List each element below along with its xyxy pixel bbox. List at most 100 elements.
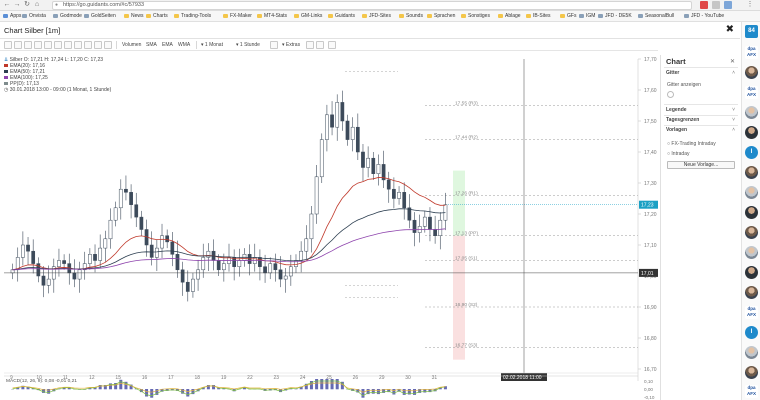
avatar[interactable]	[745, 286, 758, 299]
reload-icon[interactable]: ↻	[23, 1, 31, 9]
chevron-up-icon[interactable]: ˄	[732, 127, 735, 133]
chevron-up-icon[interactable]: ˄	[732, 70, 735, 76]
bookmark-item[interactable]: FX-Maker	[223, 13, 252, 20]
shape-tool-icon[interactable]	[64, 41, 72, 49]
divider	[664, 104, 738, 105]
bookmark-item[interactable]: SeasonalBull	[638, 13, 674, 20]
extension-icon[interactable]	[712, 1, 720, 9]
avatar[interactable]	[745, 366, 758, 379]
hline-tool-icon[interactable]	[24, 41, 32, 49]
chart-type-icon[interactable]	[270, 41, 278, 49]
bookmark-item[interactable]: JFD - YouTube	[684, 13, 724, 20]
bookmark-item[interactable]: Ablage	[498, 13, 521, 20]
extension-icon[interactable]	[724, 1, 732, 9]
macd-histogram-bar	[376, 389, 380, 395]
avatar[interactable]	[745, 346, 758, 359]
avatar[interactable]	[745, 106, 758, 119]
dpa-afx-logo[interactable]: dpa AFX	[745, 86, 758, 99]
bookmark-label: Trading-Tools	[181, 13, 212, 19]
dpa-afx-logo[interactable]: dpa AFX	[745, 46, 758, 59]
timeframe-select[interactable]: ▾ 1 Monat	[201, 41, 223, 49]
macd-histogram-bar	[371, 389, 375, 394]
bookmark-item[interactable]: Charts	[146, 13, 168, 20]
extras-select[interactable]: ▾ Extras	[282, 41, 300, 49]
cursor-icon[interactable]	[4, 41, 12, 49]
candle-body	[428, 216, 432, 230]
bookmark-item[interactable]: Sonstiges	[461, 13, 490, 20]
measure-icon[interactable]	[84, 41, 92, 49]
bookmark-item[interactable]: IGM	[579, 13, 595, 20]
candle-body	[438, 219, 443, 236]
bookmark-item[interactable]: Sounds	[399, 13, 423, 20]
bookmark-item[interactable]: Trading-Tools	[174, 13, 211, 20]
close-icon[interactable]: ✖	[726, 24, 734, 35]
line-tool-icon[interactable]	[14, 41, 22, 49]
avatar[interactable]: I	[745, 326, 758, 339]
bookmark-item[interactable]: JFD-Sites	[362, 13, 391, 20]
bookmark-item[interactable]: Onvista	[22, 13, 46, 20]
bookmark-item[interactable]: Godmode	[53, 13, 82, 20]
dpa-afx-logo[interactable]: dpa AFX	[745, 306, 758, 319]
chevron-down-icon[interactable]: ˅	[732, 107, 735, 113]
section-legende[interactable]: Legende	[666, 107, 738, 113]
link-icon[interactable]	[328, 41, 336, 49]
ema-button[interactable]: EMA	[162, 41, 173, 49]
avatar[interactable]	[745, 126, 758, 139]
new-template-button[interactable]: Neue Vorlage...	[667, 161, 735, 169]
back-icon[interactable]: ←	[3, 1, 11, 9]
bookmark-item[interactable]: IB-Sites	[526, 13, 551, 20]
template-intraday[interactable]: ○ Intraday	[667, 151, 690, 157]
bookmark-item[interactable]: News	[124, 13, 144, 20]
panel-close-icon[interactable]: ✕	[730, 58, 735, 65]
bookmark-apps[interactable]: Apps	[3, 13, 21, 20]
bookmark-item[interactable]: GFs	[560, 13, 576, 20]
fibonacci-icon[interactable]	[44, 41, 52, 49]
candle-body	[134, 204, 139, 218]
avatar[interactable]	[745, 266, 758, 279]
avatar[interactable]	[745, 166, 758, 179]
chevron-down-icon[interactable]: ˅	[732, 117, 735, 123]
avatar[interactable]	[745, 246, 758, 259]
chart-svg[interactable]: 17,7017,6017,5017,4017,3017,2017,1017,00…	[0, 51, 658, 400]
text-tool-icon[interactable]	[54, 41, 62, 49]
notification-badge[interactable]: 84	[745, 25, 758, 38]
avatar[interactable]	[745, 226, 758, 239]
undo-icon[interactable]	[306, 41, 314, 49]
avatar[interactable]: I	[745, 146, 758, 159]
magnet-icon[interactable]	[94, 41, 102, 49]
section-vorlagen[interactable]: Vorlagen	[666, 127, 738, 133]
avatar[interactable]	[745, 66, 758, 79]
bookmark-item[interactable]: MT4-Stats	[257, 13, 287, 20]
extension-icon[interactable]	[700, 1, 708, 9]
candle-body	[113, 207, 118, 221]
bookmark-item[interactable]: GoldSeiten	[84, 13, 116, 20]
interval-select[interactable]: ▾ 1 Stunde	[236, 41, 260, 49]
redo-icon[interactable]	[316, 41, 324, 49]
candle-body	[350, 126, 355, 140]
wma-button[interactable]: WMA	[178, 41, 190, 49]
avatar[interactable]	[745, 186, 758, 199]
sma-button[interactable]: SMA	[146, 41, 157, 49]
gitter-toggle[interactable]	[667, 91, 674, 98]
bookmark-item[interactable]: GM-Links	[294, 13, 322, 20]
menu-icon[interactable]: ⋮	[746, 1, 754, 9]
delete-tool-icon[interactable]	[104, 41, 112, 49]
template-fx-trading[interactable]: ○ FX-Trading Intraday	[667, 141, 716, 147]
bookmark-item[interactable]: Guidants	[328, 13, 355, 20]
url-input[interactable]: https://go.guidants.com/#c/57933	[52, 1, 692, 10]
section-gitter[interactable]: Gitter	[666, 70, 738, 76]
bookmark-item[interactable]: JFD - DE5K	[598, 13, 632, 20]
bookmark-item[interactable]: Sprachen	[427, 13, 455, 20]
arrow-tool-icon[interactable]	[74, 41, 82, 49]
channel-tool-icon[interactable]	[34, 41, 42, 49]
section-tagesgrenzen[interactable]: Tagesgrenzen	[666, 117, 738, 123]
candle-body	[386, 179, 391, 190]
favicon-icon	[684, 13, 689, 18]
home-icon[interactable]: ⌂	[33, 1, 41, 9]
dpa-afx-logo[interactable]: dpa AFX	[745, 385, 758, 398]
folder-icon	[328, 13, 333, 18]
price-chart[interactable]: 17,70 17,60 17,50 17,40 17,30 17,20 17,10 17,00…	[0, 51, 658, 400]
volume-button[interactable]: Volumen	[122, 41, 141, 49]
forward-icon[interactable]: →	[13, 1, 21, 9]
avatar[interactable]	[745, 206, 758, 219]
